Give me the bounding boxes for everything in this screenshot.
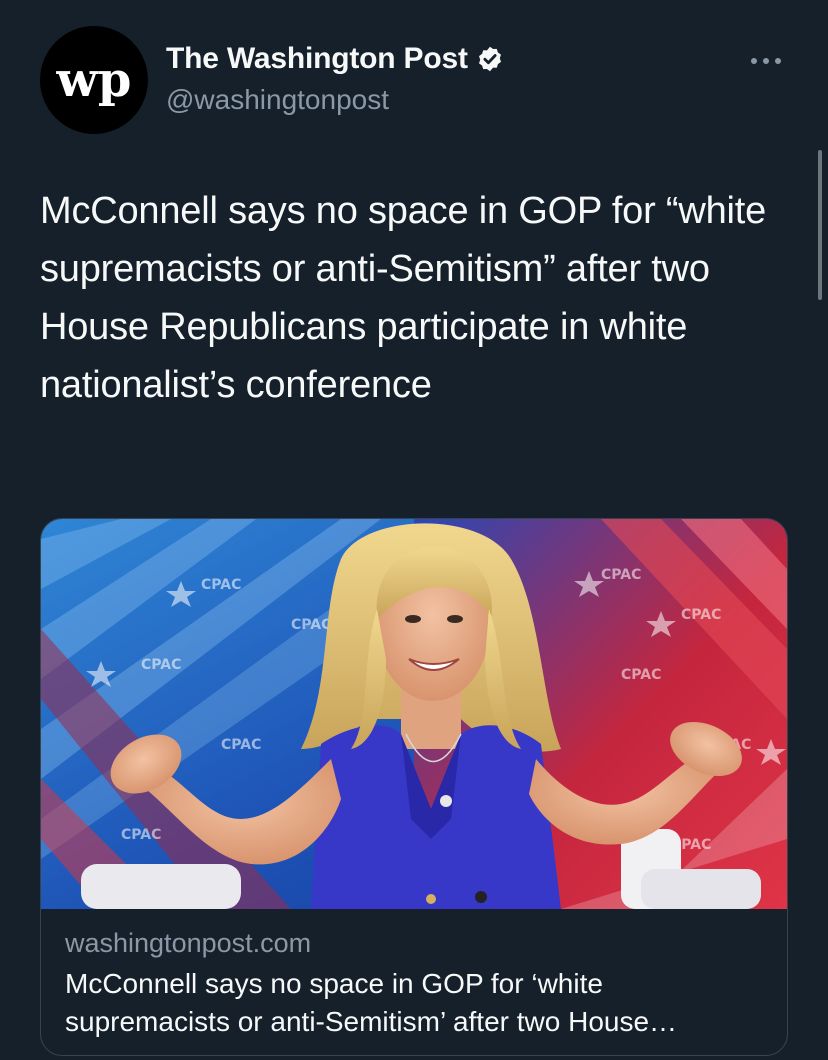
svg-text:wp: wp <box>56 52 132 108</box>
svg-text:CPAC: CPAC <box>201 577 241 593</box>
svg-text:CPAC: CPAC <box>621 667 661 683</box>
svg-text:CPAC: CPAC <box>141 657 181 673</box>
washington-post-logo-icon: wp <box>56 52 132 108</box>
account-handle[interactable]: @washingtonpost <box>166 84 389 116</box>
svg-text:CPAC: CPAC <box>121 827 161 843</box>
article-photo: CPAC CPAC CPAC CPAC CPAC CPAC CPAC CPAC … <box>41 519 787 909</box>
display-name[interactable]: The Washington Post <box>166 42 468 76</box>
svg-text:CPAC: CPAC <box>681 607 721 623</box>
scrollbar[interactable] <box>818 150 822 300</box>
more-options-icon <box>751 58 781 64</box>
more-options-button[interactable] <box>746 46 786 76</box>
svg-text:CPAC: CPAC <box>221 737 261 753</box>
tweet-text: McConnell says no space in GOP for “whit… <box>40 190 767 406</box>
link-card[interactable]: CPAC CPAC CPAC CPAC CPAC CPAC CPAC CPAC … <box>40 518 788 1056</box>
verified-badge-icon <box>476 45 504 73</box>
link-card-title: McConnell says no space in GOP for ‘whit… <box>65 968 650 1037</box>
avatar[interactable]: wp <box>40 26 148 134</box>
svg-text:CPAC: CPAC <box>601 567 641 583</box>
svg-text:CPAC: CPAC <box>291 617 331 633</box>
name-row: The Washington Post <box>166 42 504 76</box>
link-card-domain: washingtonpost.com <box>65 928 312 958</box>
tweet-header: wp The Washington Post @washingtonpost <box>40 26 788 136</box>
link-card-meta: washingtonpost.com McConnell says no spa… <box>65 925 767 1041</box>
link-card-image[interactable]: CPAC CPAC CPAC CPAC CPAC CPAC CPAC CPAC … <box>41 519 787 909</box>
